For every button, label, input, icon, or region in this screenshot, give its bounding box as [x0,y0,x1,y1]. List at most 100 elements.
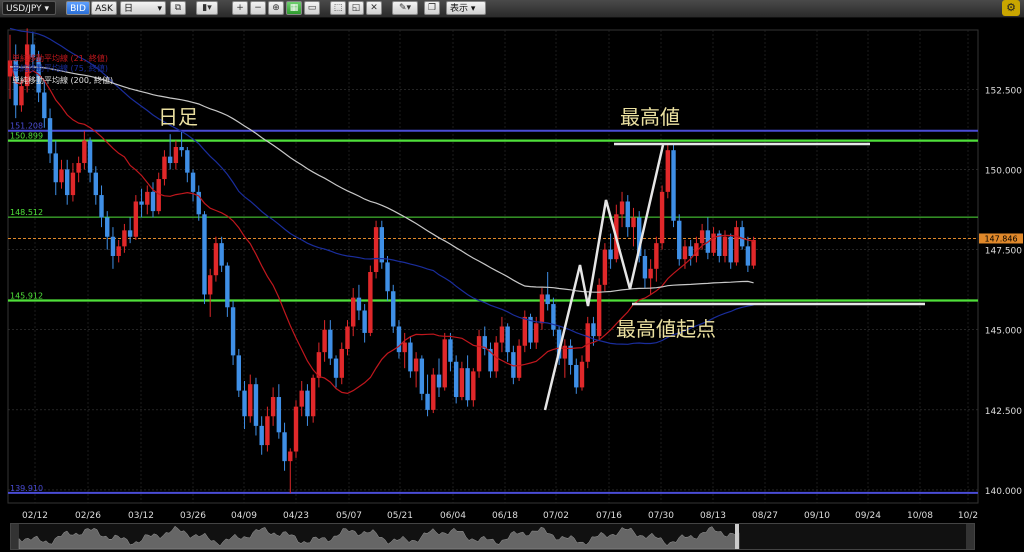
x-tick-label: 07/30 [648,511,674,521]
candle-body [665,150,670,192]
timeframe-annotation: 日足 [158,105,198,129]
candle-body [688,246,693,256]
candle-body [602,249,608,285]
indicator-add-icon[interactable]: ⬚ [330,1,346,15]
price-level-label: 151.208 [10,122,43,131]
fit-icon[interactable]: ⊕ [268,1,284,15]
candle-body [105,217,110,237]
symbol-label: USD/JPY [6,4,42,14]
candle-body [682,246,688,260]
navigator-handle[interactable] [735,524,739,549]
candle-body [99,195,104,218]
y-tick-label: 150.000 [985,166,1022,176]
candle-body [351,297,356,327]
pencil-icon[interactable]: ✎▾ [392,1,418,15]
x-tick-label: 08/27 [752,511,778,521]
candle-body [236,355,241,391]
candle-body [522,316,527,346]
candle-body [127,230,133,237]
display-menu[interactable]: 表示 ▾ [446,1,486,15]
candle-body [545,294,550,305]
candle-body [728,236,733,263]
candle-body [648,268,653,279]
candle-body [396,326,402,353]
y-tick-label: 140.000 [985,487,1022,497]
high-origin-annotation: 最高値起点 [616,317,716,341]
candle-body [362,310,367,333]
candle-body [591,323,596,337]
candle-body [465,368,470,401]
scroll-right-button[interactable] [966,524,974,549]
navigator-sparkline [18,525,740,549]
zoom-out-icon[interactable]: − [250,1,266,15]
x-tick-label: 07/16 [596,511,622,521]
chart-type-icon[interactable]: ▮▾ [196,1,218,15]
candle-body [242,390,247,417]
period-label: 日 [124,4,134,14]
indicator-remove-icon[interactable]: ✕ [366,1,382,15]
candle-body [579,361,585,388]
candle-body [173,147,179,164]
x-tick-label: 03/12 [128,511,154,521]
candle-body [190,172,196,192]
bid-button[interactable]: BID [66,1,90,15]
indicator-edit-icon[interactable]: ◱ [348,1,364,15]
candle-body [288,451,293,462]
candle-body [87,140,93,173]
legend: 単純移動平均線 (21, 終値)単純移動平均線 (75, 終値) 単純移動平均線 … [12,53,113,85]
candle-body [551,304,556,330]
x-tick-label: 04/09 [231,511,257,521]
symbol-select[interactable]: USD/JPY ▾ [2,1,56,15]
candle-body [699,230,705,244]
candle-body [110,236,116,256]
candle-body [391,291,396,327]
candle-body [751,239,756,266]
settings-icon[interactable]: ⚙ [1002,0,1020,16]
candle-body [162,156,167,180]
candle-body [385,262,390,292]
candle-body [459,368,465,398]
price-level-label: 148.512 [10,208,43,217]
candle-body [379,227,384,263]
candle-body [305,390,310,417]
candle-body [368,272,373,333]
candle-body [248,384,253,417]
candle-body [425,393,430,410]
candle-body [185,150,190,173]
price-level-label: 150.899 [10,132,43,141]
candle-body [631,217,636,228]
high-annotation: 最高値 [620,105,680,129]
x-tick-label: 05/07 [336,511,362,521]
zoom-in-icon[interactable]: + [232,1,248,15]
candle-body [59,169,64,183]
candle-body [654,243,659,269]
candle-body [65,169,70,196]
y-tick-label: 152.500 [985,86,1022,96]
period-select[interactable]: 日 ▾ [120,1,166,15]
candle-body [19,86,24,106]
candle-body [339,348,344,378]
price-level-label: 139.910 [10,484,43,493]
candle-body [253,384,259,426]
copy-icon[interactable]: ❐ [424,1,440,15]
candle-body [413,358,419,372]
window-icon[interactable]: ▭ [304,1,320,15]
x-tick-label: 02/26 [75,511,101,521]
ask-button[interactable]: ASK [91,1,117,15]
grid-icon[interactable]: ▦ [286,1,302,15]
candle-body [745,246,751,266]
link-icon[interactable]: ⧉ [170,1,186,15]
candle-body [282,432,287,462]
candle-body [150,191,156,212]
candle-body [70,172,76,196]
navigator-scrollbar[interactable] [10,523,975,550]
y-tick-label: 147.500 [985,247,1022,257]
candle-body [259,425,264,446]
x-tick-label: 05/21 [387,511,413,521]
candle-body [293,406,299,452]
candle-body [722,236,728,256]
legend-item: 単純移動平均線 (21, 終値) [12,53,108,63]
candle-body [76,163,81,173]
candle-body [82,140,87,164]
x-tick-label: 10/08 [907,511,933,521]
